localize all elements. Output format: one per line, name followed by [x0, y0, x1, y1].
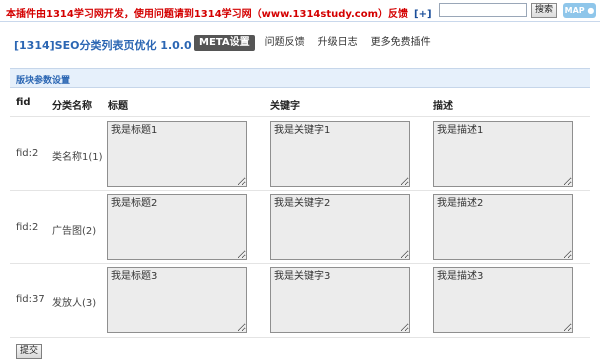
map-button[interactable]: MAP ● [563, 3, 596, 18]
row-divider [10, 263, 590, 264]
title-textarea[interactable]: 我是标题2 [107, 194, 247, 260]
row-category-name: 类名称1(1) [52, 152, 103, 163]
tab-meta-settings[interactable]: META设置 [194, 35, 255, 51]
submit-button[interactable]: 提交 [16, 344, 42, 359]
search-button[interactable]: 搜索 [531, 3, 557, 18]
top-notice-bar: 本插件由1314学习网开发，使用问题请到1314学习网（www.1314stud… [0, 0, 600, 22]
column-header-keywords: 关键字 [270, 101, 300, 112]
notice-expand-link[interactable]: [+] [414, 9, 432, 20]
keywords-textarea[interactable]: 我是关键字2 [270, 194, 410, 260]
plugin-tabs: META设置 问题反馈 升级日志 更多免费插件 [194, 35, 444, 51]
row-divider [10, 116, 590, 117]
plugin-title: [1314]SEO分类列表页优化 1.0.0 [14, 39, 192, 52]
tab-changelog[interactable]: 升级日志 [318, 35, 358, 51]
column-header-fid: fid [16, 97, 31, 108]
row-divider [10, 337, 590, 338]
developer-notice: 本插件由1314学习网开发，使用问题请到1314学习网（www.1314stud… [6, 5, 432, 20]
column-header-title: 标题 [108, 101, 128, 112]
row-category-name: 发放人(3) [52, 298, 97, 309]
search-input[interactable] [439, 3, 527, 17]
description-textarea[interactable]: 我是描述1 [433, 121, 573, 187]
column-header-category-name: 分类名称 [52, 101, 92, 112]
keywords-textarea[interactable]: 我是关键字1 [270, 121, 410, 187]
description-textarea[interactable]: 我是描述3 [433, 267, 573, 333]
row-fid: fid:37 [16, 294, 45, 305]
title-textarea[interactable]: 我是标题1 [107, 121, 247, 187]
column-header-description: 描述 [433, 101, 453, 112]
row-fid: fid:2 [16, 222, 39, 233]
keywords-textarea[interactable]: 我是关键字3 [270, 267, 410, 333]
notice-text: 本插件由1314学习网开发，使用问题请到1314学习网（www.1314stud… [6, 9, 408, 20]
title-textarea[interactable]: 我是标题3 [107, 267, 247, 333]
row-fid: fid:2 [16, 148, 39, 159]
row-divider [10, 190, 590, 191]
row-category-name: 广告图(2) [52, 226, 97, 237]
section-title: 版块参数设置 [16, 76, 71, 86]
tab-feedback[interactable]: 问题反馈 [265, 35, 305, 51]
description-textarea[interactable]: 我是描述2 [433, 194, 573, 260]
tab-more-plugins[interactable]: 更多免费插件 [371, 35, 431, 51]
section-header: 版块参数设置 [10, 68, 590, 88]
